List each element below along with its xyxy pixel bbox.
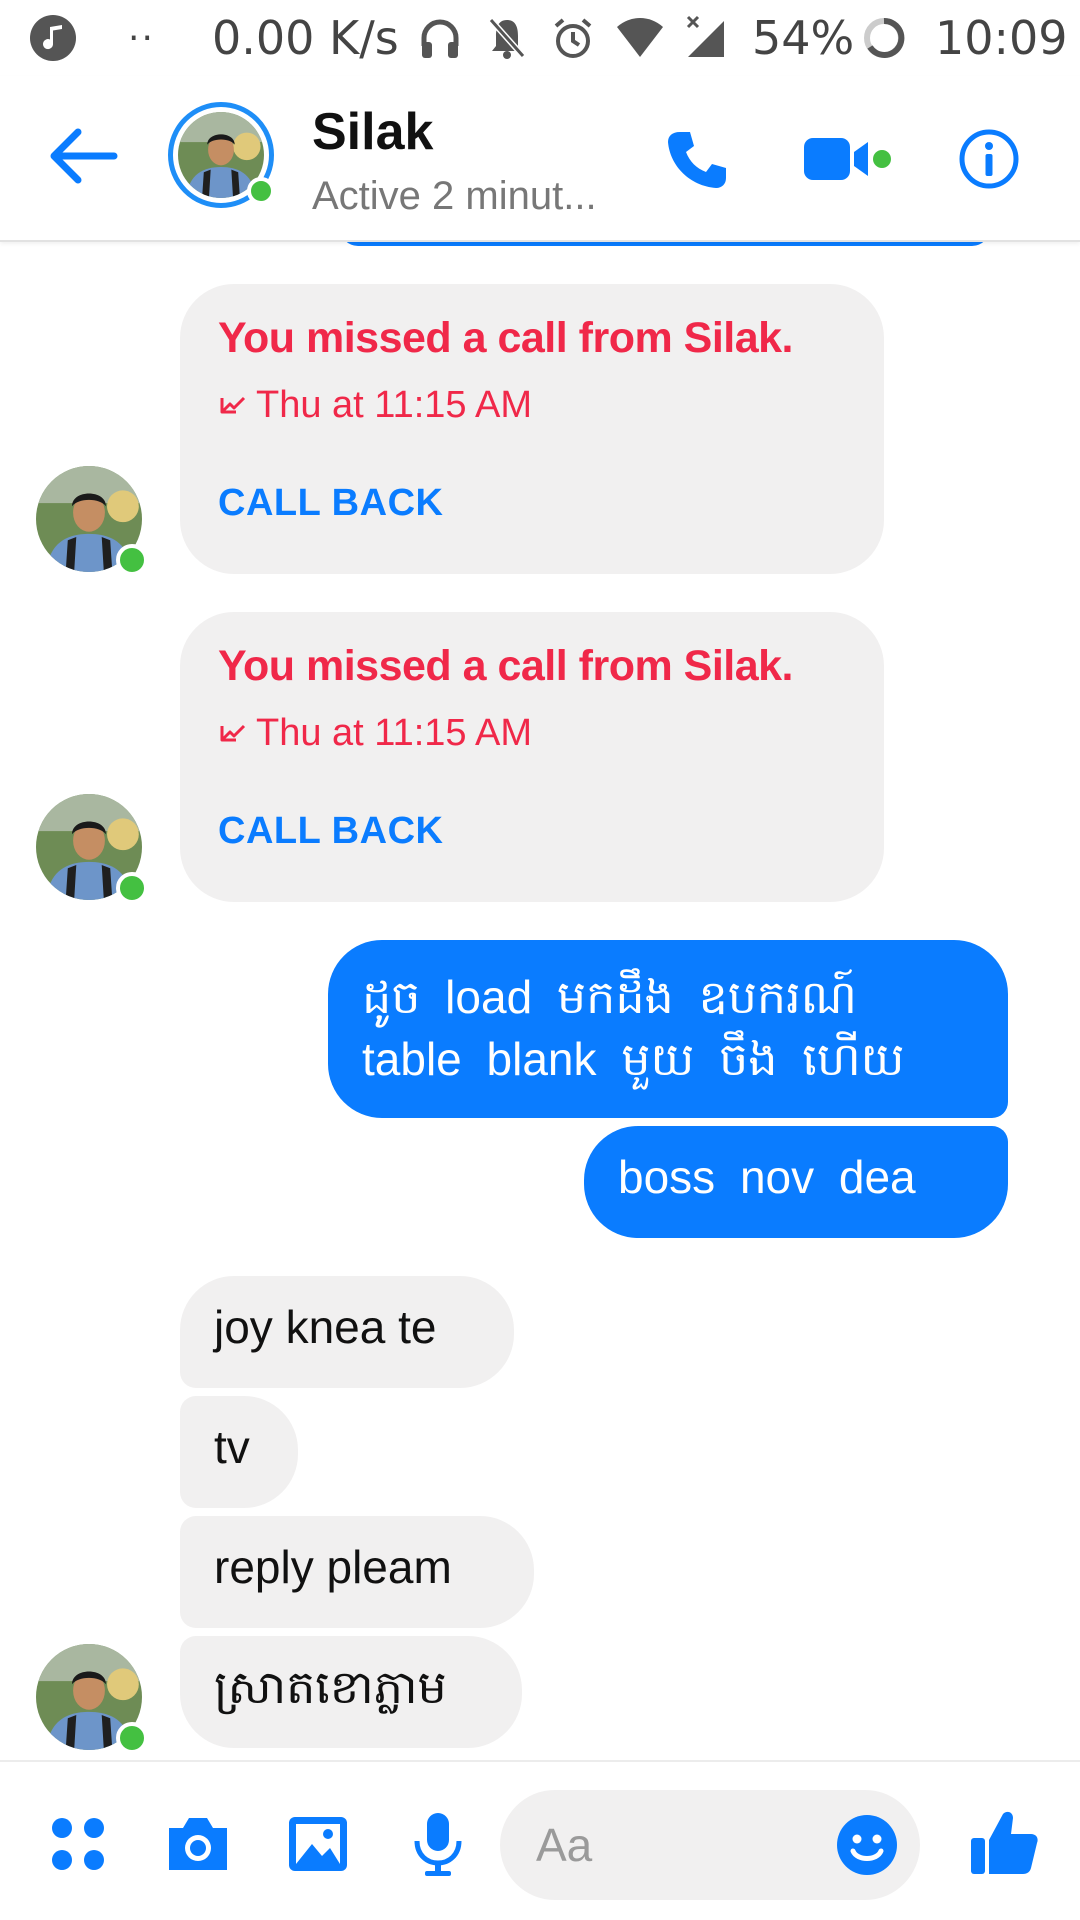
thumbs-up-icon	[971, 1811, 1038, 1874]
conversation-header: Silak Active 2 minut...	[0, 76, 1080, 242]
online-indicator	[247, 177, 275, 205]
sender-avatar[interactable]	[36, 1644, 148, 1754]
wifi-icon	[615, 10, 665, 66]
contact-name[interactable]: Silak	[312, 102, 433, 162]
outgoing-message-line: table blank មួយ ចឹង ហើយ	[362, 1033, 905, 1085]
missed-call-time: Thu at 11:15 AM	[256, 712, 533, 754]
incoming-message-bubble[interactable]: joy knea te	[180, 1276, 514, 1388]
apps-icon	[52, 1818, 104, 1870]
status-dots: ··	[128, 17, 155, 59]
microphone-icon	[414, 1813, 462, 1876]
missed-call-title: You missed a call from Silak.	[218, 642, 794, 690]
online-indicator	[116, 872, 148, 904]
sender-avatar[interactable]	[36, 794, 148, 904]
online-indicator	[116, 544, 148, 576]
contact-avatar[interactable]	[168, 102, 275, 208]
incoming-message-bubble[interactable]: reply pleam	[180, 1516, 534, 1628]
voice-clip-button[interactable]	[396, 1802, 480, 1886]
video-call-button[interactable]	[802, 120, 914, 198]
video-camera-icon	[804, 138, 891, 180]
camera-icon	[169, 1818, 227, 1870]
missed-call-title: You missed a call from Silak.	[218, 314, 794, 362]
network-speed: 0.00 K/s	[212, 11, 399, 65]
phone-icon	[668, 132, 726, 188]
message-thread[interactable]: You missed a call from Silak. Thu at 11:…	[0, 240, 1080, 1760]
bell-off-icon	[487, 10, 527, 66]
outgoing-message-bubble[interactable]: boss nov dea	[584, 1126, 1008, 1238]
call-back-button[interactable]: CALL BACK	[218, 810, 443, 853]
info-button[interactable]	[950, 120, 1028, 198]
voice-call-button[interactable]	[658, 120, 736, 198]
camera-button[interactable]	[156, 1802, 240, 1886]
missed-call-card: You missed a call from Silak. Thu at 11:…	[180, 612, 884, 902]
contact-active-status: Active 2 minut...	[312, 174, 597, 218]
sender-avatar[interactable]	[36, 466, 148, 576]
headset-icon	[420, 10, 460, 66]
outgoing-message-bubble[interactable]: ដូច load មកដឹង ឧបករណ៍ table blank មួយ ចឹ…	[328, 940, 1008, 1118]
apps-button[interactable]	[36, 1802, 120, 1886]
gallery-icon	[289, 1817, 347, 1871]
message-composer: Aa	[0, 1760, 1080, 1920]
status-clock: 10:09	[935, 11, 1068, 65]
signal-icon	[684, 10, 728, 66]
music-icon	[30, 15, 76, 61]
missed-call-arrow-icon	[218, 722, 246, 746]
call-back-button[interactable]: CALL BACK	[218, 482, 443, 525]
outgoing-message-line: ដូច load មកដឹង ឧបករណ៍	[362, 971, 857, 1023]
missed-call-time-row: Thu at 11:15 AM	[218, 712, 532, 755]
status-bar: ·· 0.00 K/s 54% 10:09	[0, 0, 1080, 76]
back-arrow-icon	[50, 128, 118, 184]
online-indicator	[116, 1722, 148, 1754]
emoji-icon	[837, 1815, 897, 1875]
message-input-placeholder: Aa	[536, 1819, 593, 1871]
message-input[interactable]: Aa	[500, 1790, 920, 1900]
missed-call-arrow-icon	[218, 394, 246, 418]
info-icon	[959, 129, 1019, 189]
battery-percent: 54%	[752, 11, 855, 65]
back-button[interactable]	[40, 116, 126, 196]
battery-icon	[862, 10, 906, 66]
like-button[interactable]	[962, 1798, 1046, 1888]
emoji-button[interactable]	[832, 1810, 902, 1880]
missed-call-card: You missed a call from Silak. Thu at 11:…	[180, 284, 884, 574]
missed-call-time-row: Thu at 11:15 AM	[218, 384, 532, 427]
incoming-message-bubble[interactable]: ស្រាតខោភ្លាម	[180, 1636, 522, 1748]
gallery-button[interactable]	[276, 1802, 360, 1886]
alarm-icon	[552, 10, 594, 66]
incoming-message-bubble[interactable]: tv	[180, 1396, 298, 1508]
missed-call-time: Thu at 11:15 AM	[256, 384, 533, 426]
